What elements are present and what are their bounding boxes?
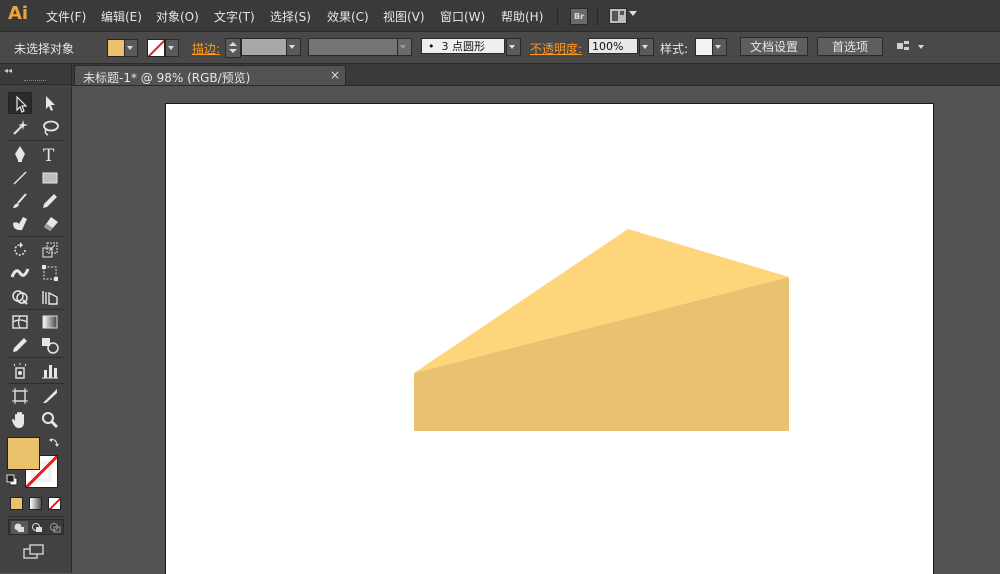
menu-window[interactable]: 窗口(W)	[440, 8, 485, 25]
align-icon[interactable]	[896, 40, 910, 52]
artwork-canvas	[414, 229, 789, 431]
hand-tool-icon[interactable]	[8, 409, 32, 431]
zoom-tool-icon[interactable]	[38, 409, 62, 431]
stroke-label[interactable]: 描边:	[192, 40, 220, 57]
selection-tool-icon[interactable]	[8, 92, 32, 114]
chevron-down-icon	[168, 46, 174, 50]
style-label: 样式:	[660, 42, 689, 56]
panel-grip[interactable]	[24, 80, 46, 83]
tool-divider	[8, 516, 64, 517]
arrange-documents-icon[interactable]	[609, 8, 627, 24]
menu-file[interactable]: 文件(F)	[46, 8, 86, 25]
opacity-input[interactable]: 100%	[588, 38, 638, 54]
none-mode-button[interactable]	[48, 497, 61, 510]
document-tab[interactable]: 未标题-1* @ 98% (RGB/预览) ×	[74, 65, 346, 85]
eyedropper-tool-icon[interactable]	[8, 334, 32, 356]
artboard[interactable]	[165, 103, 934, 574]
rotate-tool-icon[interactable]	[8, 239, 32, 261]
paintbrush-tool-icon[interactable]	[8, 190, 32, 212]
shape-builder-tool-icon[interactable]	[8, 286, 32, 308]
pen-tool-icon[interactable]	[8, 143, 32, 165]
direct-selection-tool-icon[interactable]	[38, 92, 62, 114]
svg-text:T: T	[43, 146, 55, 164]
stroke-weight-stepper[interactable]	[225, 38, 241, 58]
menu-edit[interactable]: 编辑(E)	[101, 8, 142, 25]
menu-select[interactable]: 选择(S)	[270, 8, 311, 25]
lasso-tool-icon[interactable]	[38, 117, 62, 139]
tool-divider	[8, 236, 64, 237]
fill-color-swatch[interactable]	[7, 437, 40, 470]
magic-wand-tool-icon[interactable]	[8, 117, 32, 139]
stroke-swatch[interactable]	[147, 39, 165, 57]
gradient-tool-icon[interactable]	[38, 311, 62, 333]
rectangle-tool-icon[interactable]	[38, 167, 62, 189]
slice-tool-icon[interactable]	[38, 385, 62, 407]
menu-view[interactable]: 视图(V)	[383, 8, 425, 25]
eraser-tool-icon[interactable]	[38, 213, 62, 235]
chevron-down-icon	[127, 46, 133, 50]
variable-width-profile[interactable]	[308, 38, 398, 56]
blend-tool-icon[interactable]	[38, 334, 62, 356]
menu-help[interactable]: 帮助(H)	[501, 8, 543, 25]
drawing-modes-group	[8, 519, 64, 535]
close-icon[interactable]: ×	[330, 68, 340, 82]
graphic-style-swatch[interactable]	[695, 38, 713, 56]
none-slash-icon	[49, 498, 60, 509]
chevron-down-icon	[400, 45, 406, 49]
chevron-down-icon	[715, 45, 721, 49]
app-logo: Ai	[8, 3, 29, 24]
menu-bar: Ai 文件(F) 编辑(E) 对象(O) 文字(T) 选择(S) 效果(C) 视…	[0, 0, 1000, 32]
scale-tool-icon[interactable]	[38, 239, 62, 261]
document-tab-bar: 未标题-1* @ 98% (RGB/预览) ×	[72, 64, 1000, 86]
chevron-down-icon	[642, 45, 648, 49]
menu-object[interactable]: 对象(O)	[156, 8, 199, 25]
perspective-grid-tool-icon[interactable]	[38, 286, 62, 308]
screen-mode-icon[interactable]	[23, 544, 45, 560]
free-transform-tool-icon[interactable]	[38, 262, 62, 284]
gradient-mode-button[interactable]	[29, 497, 42, 510]
width-tool-icon[interactable]	[8, 262, 32, 284]
stroke-weight-input[interactable]	[241, 38, 287, 56]
document-tab-label: 未标题-1* @ 98% (RGB/预览)	[83, 71, 251, 85]
chevron-down-icon[interactable]	[918, 45, 924, 49]
chevron-down-icon	[509, 45, 515, 49]
tool-divider	[8, 140, 64, 141]
collapse-icon[interactable]: ◂◂	[4, 66, 12, 75]
tool-divider	[8, 309, 64, 310]
color-mode-button[interactable]	[10, 497, 23, 510]
tool-divider	[8, 383, 64, 384]
symbol-sprayer-tool-icon[interactable]	[8, 360, 32, 382]
column-graph-tool-icon[interactable]	[38, 360, 62, 382]
selection-status: 未选择对象	[14, 42, 75, 56]
artboard-tool-icon[interactable]	[8, 385, 32, 407]
preferences-button[interactable]: 首选项	[817, 37, 883, 56]
menu-divider	[557, 6, 558, 25]
opacity-label[interactable]: 不透明度:	[530, 40, 582, 57]
pencil-tool-icon[interactable]	[38, 190, 62, 212]
menu-type[interactable]: 文字(T)	[214, 8, 255, 25]
brush-dot-icon: •	[428, 40, 435, 53]
menu-effect[interactable]: 效果(C)	[327, 8, 369, 25]
chevron-down-icon[interactable]	[629, 11, 637, 16]
document-setup-button[interactable]: 文档设置	[740, 37, 808, 56]
bridge-button[interactable]: Br	[570, 8, 588, 25]
brush-definition-field[interactable]: • 3 点圆形	[421, 38, 505, 54]
line-segment-tool-icon[interactable]	[8, 167, 32, 189]
tools-panel-header[interactable]: ◂◂	[0, 64, 71, 85]
chevron-down-icon	[289, 45, 295, 49]
default-colors-icon[interactable]	[6, 474, 18, 486]
swap-colors-icon[interactable]	[48, 436, 60, 448]
tool-divider	[8, 357, 64, 358]
fill-swatch[interactable]	[107, 39, 125, 57]
blob-brush-tool-icon[interactable]	[8, 213, 32, 235]
mesh-tool-icon[interactable]	[8, 311, 32, 333]
type-tool-icon[interactable]: T	[38, 143, 62, 165]
menu-divider	[597, 6, 598, 25]
brush-definition-value: 3 点圆形	[441, 40, 486, 53]
